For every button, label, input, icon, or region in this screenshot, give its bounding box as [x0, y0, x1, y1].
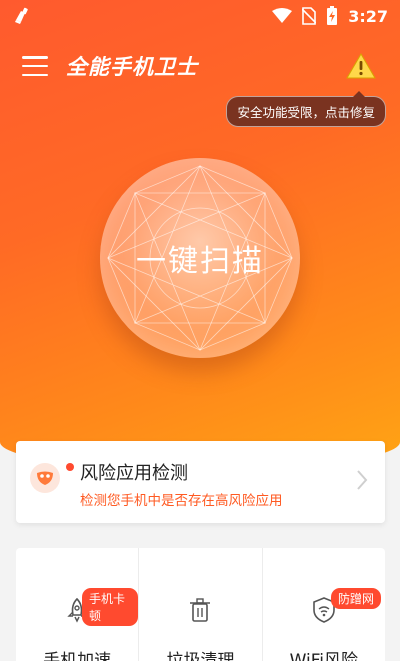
tool-junk-clean[interactable]: 垃圾清理: [138, 548, 261, 661]
faded-scroll-text: [30, 525, 370, 539]
scan-button[interactable]: 一键扫描: [100, 158, 300, 358]
battery-charging-icon: [327, 6, 338, 25]
wifi-icon: [272, 8, 293, 23]
alert-dot: [66, 463, 74, 471]
trash-icon: [190, 598, 211, 622]
app-header: 全能手机卫士: [0, 44, 400, 88]
tool-badge: 手机卡顿: [82, 588, 139, 626]
status-time: 3:27: [348, 6, 388, 26]
risk-card-description: 检测您手机中是否存在高风险应用: [80, 493, 283, 509]
tools-panel: 手机卡顿 手机加速 垃圾清理 防蹭网 WiFi风险: [16, 548, 385, 661]
mask-icon: [30, 463, 60, 493]
status-bar: 3:27: [0, 0, 400, 32]
app-title: 全能手机卫士: [66, 55, 198, 79]
cleaner-notification-icon: [15, 7, 28, 24]
risk-card-title: 风险应用检测: [80, 463, 188, 484]
tool-label: WiFi风险: [289, 651, 359, 661]
warning-tooltip[interactable]: 安全功能受限，点击修复: [226, 91, 386, 127]
hero-background: 3:27 全能手机卫士 安全功能受限，点击修复 一键扫描: [0, 0, 400, 470]
tool-label: 手机加速: [43, 651, 112, 661]
tool-badge: 防蹭网: [330, 588, 381, 609]
risk-app-detection-card[interactable]: 风险应用检测 检测您手机中是否存在高风险应用: [16, 441, 385, 523]
tool-wifi-risk[interactable]: 防蹭网 WiFi风险: [261, 548, 385, 661]
chevron-right-icon: [357, 470, 368, 490]
warning-icon[interactable]: [346, 52, 376, 80]
no-sim-icon: [302, 7, 317, 25]
tool-phone-boost[interactable]: 手机卡顿 手机加速: [16, 548, 139, 661]
tool-label: 垃圾清理: [166, 651, 235, 661]
menu-icon[interactable]: [22, 56, 48, 76]
scan-label: 一键扫描: [136, 244, 264, 279]
